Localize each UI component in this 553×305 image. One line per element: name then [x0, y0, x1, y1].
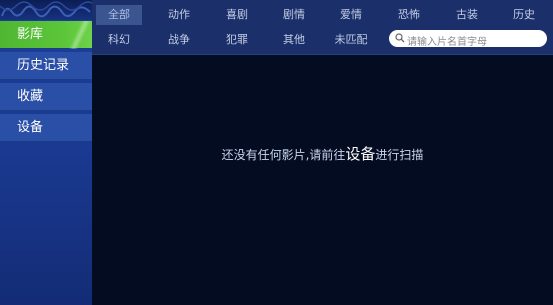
- genre-tab-drama[interactable]: 剧情: [271, 5, 317, 25]
- sidebar-item-label: 影库: [17, 27, 44, 42]
- search-input[interactable]: [407, 35, 539, 50]
- genre-filter-bar: 全部 动作 喜剧 剧情 爱情 恐怖 古装 历史 科幻 战争 犯罪 其他 未匹配: [92, 0, 553, 55]
- sidebar-item-devices[interactable]: 设备: [0, 114, 92, 142]
- devices-link[interactable]: 设备: [345, 145, 375, 163]
- sidebar: 影库 历史记录 收藏 设备: [0, 0, 93, 305]
- genre-tab-unmatched[interactable]: 未匹配: [328, 30, 374, 50]
- sidebar-item-label: 设备: [17, 120, 44, 135]
- genre-tab-crime[interactable]: 犯罪: [214, 30, 260, 50]
- sidebar-item-label: 收藏: [17, 89, 44, 104]
- genre-tab-horror[interactable]: 恐怖: [386, 5, 432, 25]
- search-icon: [395, 33, 405, 43]
- genre-tab-war[interactable]: 战争: [156, 30, 202, 50]
- sidebar-item-label: 历史记录: [17, 58, 70, 73]
- sidebar-header-decoration: [0, 0, 92, 20]
- genre-tab-comedy[interactable]: 喜剧: [214, 5, 260, 25]
- genre-tab-scifi[interactable]: 科幻: [96, 30, 142, 50]
- search-box[interactable]: [389, 30, 547, 50]
- sidebar-item-favorites[interactable]: 收藏: [0, 83, 92, 111]
- sidebar-item-library[interactable]: 影库: [0, 21, 93, 49]
- empty-state-message: 还没有任何影片,请前往设备进行扫描: [92, 143, 553, 164]
- genre-tab-romance[interactable]: 爱情: [328, 5, 374, 25]
- empty-state-text-suffix: 进行扫描: [375, 148, 424, 162]
- genre-tab-costume[interactable]: 古装: [444, 5, 490, 25]
- sidebar-item-history[interactable]: 历史记录: [0, 52, 92, 80]
- empty-state-text: 还没有任何影片,请前往: [221, 148, 346, 162]
- genre-tab-history[interactable]: 历史: [501, 5, 547, 25]
- genre-tab-other[interactable]: 其他: [271, 30, 317, 50]
- genre-tab-all[interactable]: 全部: [96, 5, 142, 25]
- genre-tab-action[interactable]: 动作: [156, 5, 202, 25]
